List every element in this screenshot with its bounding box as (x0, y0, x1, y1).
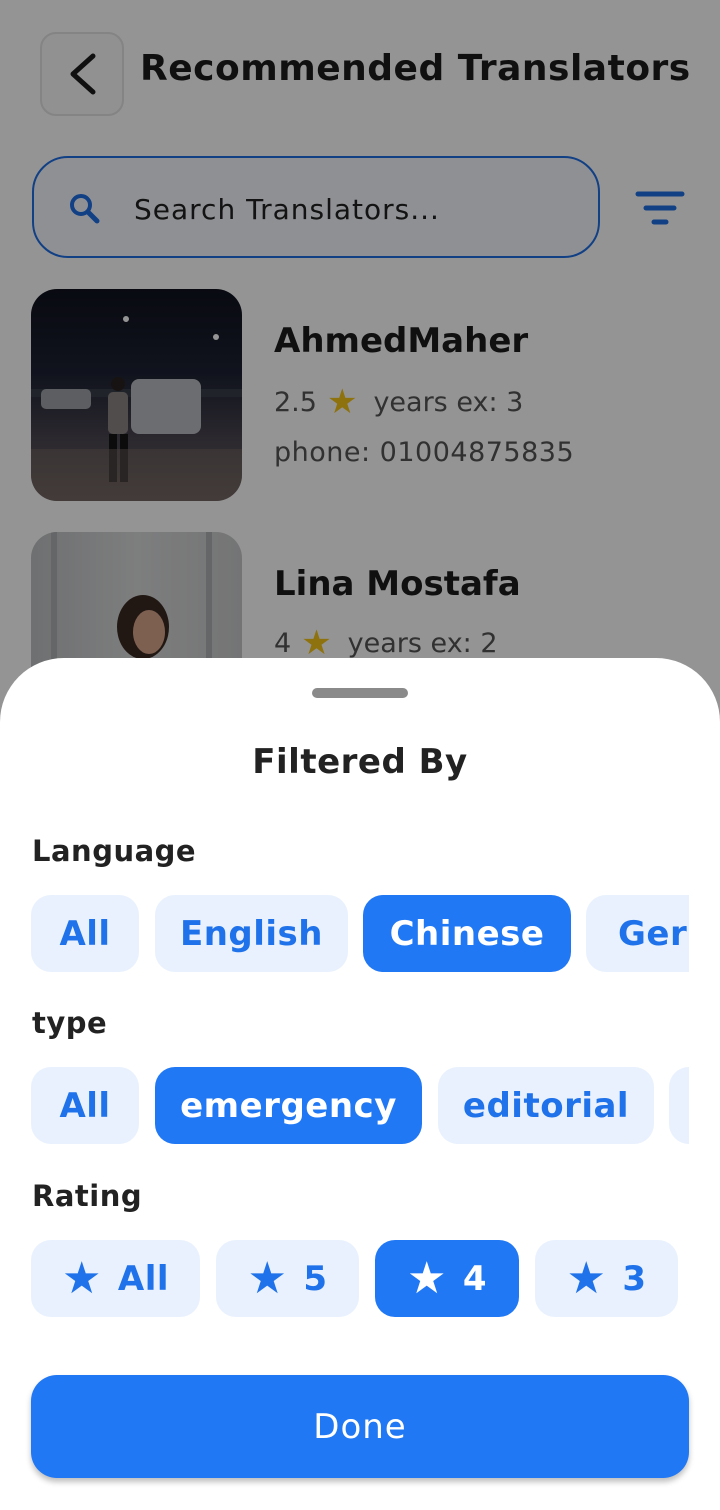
language-chip-german[interactable]: Germ (586, 895, 689, 972)
language-label: Language (32, 834, 197, 868)
type-chip-row[interactable]: All emergency editorial (31, 1067, 689, 1145)
rating-chip-3[interactable]: ★ 3 (535, 1240, 678, 1317)
rating-chip-label: 3 (622, 1258, 647, 1299)
done-button[interactable]: Done (31, 1375, 689, 1478)
star-icon: ★ (406, 1252, 447, 1304)
sheet-title: Filtered By (252, 742, 468, 782)
rating-chip-label: All (117, 1258, 170, 1299)
language-chip-chinese[interactable]: Chinese (363, 895, 571, 972)
filter-bottom-sheet: Filtered By Language All English Chinese… (0, 658, 720, 1510)
rating-label: Rating (32, 1179, 143, 1213)
type-chip-emergency[interactable]: emergency (155, 1067, 422, 1144)
star-icon: ★ (61, 1252, 102, 1304)
rating-chip-row[interactable]: ★ All ★ 5 ★ 4 ★ 3 (31, 1240, 689, 1318)
type-chip-all[interactable]: All (31, 1067, 139, 1144)
language-chip-row[interactable]: All English Chinese Germ (31, 895, 689, 973)
rating-chip-label: 4 (462, 1258, 488, 1299)
drag-handle[interactable] (312, 688, 408, 698)
language-chip-all[interactable]: All (31, 895, 139, 972)
type-chip-next[interactable] (669, 1067, 689, 1144)
star-icon: ★ (566, 1252, 607, 1304)
rating-chip-label: 5 (303, 1258, 328, 1299)
rating-chip-5[interactable]: ★ 5 (216, 1240, 359, 1317)
star-icon: ★ (247, 1252, 288, 1304)
rating-chip-all[interactable]: ★ All (31, 1240, 200, 1317)
rating-chip-4[interactable]: ★ 4 (375, 1240, 519, 1317)
type-label: type (32, 1006, 108, 1040)
type-chip-editorial[interactable]: editorial (438, 1067, 654, 1144)
language-chip-english[interactable]: English (155, 895, 348, 972)
